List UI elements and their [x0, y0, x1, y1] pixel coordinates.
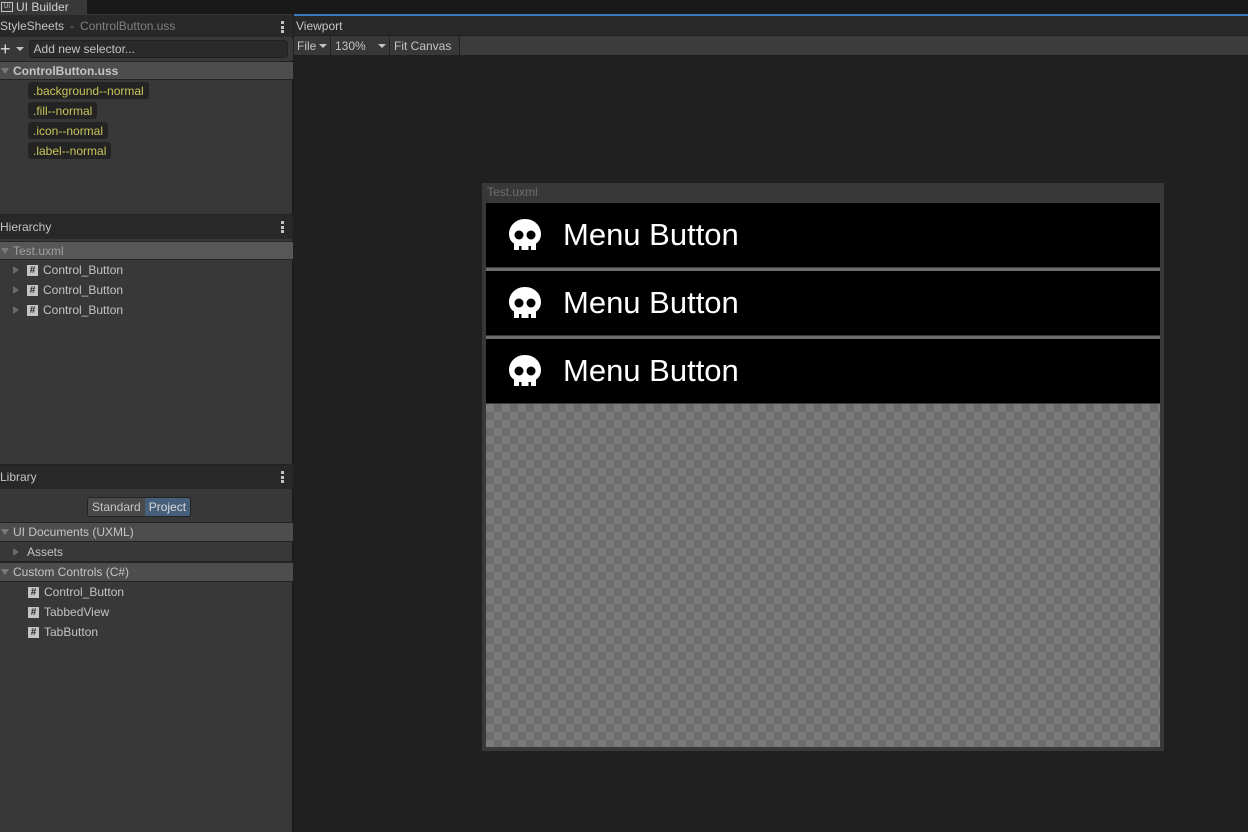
control-icon: #: [27, 264, 38, 276]
library-item-assets[interactable]: Assets: [0, 543, 293, 562]
library-item[interactable]: # TabbedView: [0, 603, 293, 621]
control-icon: #: [27, 284, 38, 296]
stylesheet-row[interactable]: ControlButton.uss: [0, 61, 293, 80]
fit-canvas-button[interactable]: Fit Canvas: [391, 36, 460, 55]
hierarchy-header: Hierarchy: [0, 215, 293, 239]
expand-icon[interactable]: [13, 306, 19, 314]
skull-icon: [509, 287, 541, 318]
tab-standard[interactable]: Standard: [88, 498, 145, 516]
selector-item[interactable]: .icon--normal: [28, 122, 109, 139]
viewport-header: Viewport: [294, 16, 1248, 35]
expand-icon[interactable]: [1, 247, 9, 254]
selector-toolbar: + Add new selector...: [0, 38, 293, 60]
selector-item[interactable]: .background--normal: [28, 82, 149, 99]
hierarchy-item[interactable]: # Control_Button: [0, 261, 293, 279]
control-icon: #: [28, 626, 39, 638]
document-title: Test.uxml: [487, 185, 538, 199]
selector-item[interactable]: .fill--normal: [28, 102, 98, 119]
library-item[interactable]: # Control_Button: [0, 583, 293, 601]
skull-icon: [509, 219, 541, 250]
library-section-uxml[interactable]: UI Documents (UXML): [0, 522, 293, 542]
hierarchy-item[interactable]: # Control_Button: [0, 301, 293, 319]
control-icon: #: [28, 606, 39, 618]
file-menu[interactable]: File: [294, 36, 331, 55]
add-dropdown-icon[interactable]: [15, 47, 24, 51]
expand-icon[interactable]: [13, 286, 19, 294]
library-header: Library: [0, 465, 293, 489]
skull-icon: [509, 355, 541, 386]
control-icon: #: [27, 304, 38, 316]
selector-input[interactable]: Add new selector...: [28, 40, 288, 58]
hierarchy-menu-icon[interactable]: [281, 221, 284, 233]
expand-icon[interactable]: [1, 569, 9, 575]
ui-icon: UI: [1, 2, 13, 12]
menu-button[interactable]: Menu Button: [486, 271, 1160, 335]
chevron-down-icon: [319, 43, 328, 48]
library-section-custom[interactable]: Custom Controls (C#): [0, 562, 293, 582]
control-icon: #: [28, 586, 39, 598]
chevron-down-icon: [378, 43, 386, 48]
tab-project[interactable]: Project: [144, 498, 191, 516]
menu-button[interactable]: Menu Button: [486, 339, 1160, 403]
library-menu-icon[interactable]: [281, 471, 284, 483]
menu-button[interactable]: Menu Button: [486, 203, 1160, 267]
stylesheets-menu-icon[interactable]: [281, 21, 284, 33]
library-tabs: Standard Project: [87, 497, 192, 517]
transparent-background: [486, 404, 1160, 747]
expand-icon[interactable]: [13, 266, 19, 274]
expand-icon[interactable]: [1, 67, 9, 74]
stylesheets-header: StyleSheets - ControlButton.uss: [0, 15, 293, 37]
expand-icon[interactable]: [1, 529, 9, 535]
hierarchy-item[interactable]: # Control_Button: [0, 281, 293, 299]
top-bar: [0, 0, 1248, 14]
add-icon[interactable]: +: [0, 40, 11, 58]
library-item[interactable]: # TabButton: [0, 623, 293, 641]
expand-icon[interactable]: [13, 548, 19, 556]
hierarchy-root[interactable]: Test.uxml: [0, 241, 293, 260]
zoom-dropdown[interactable]: 130%: [332, 36, 390, 55]
selector-item[interactable]: .label--normal: [28, 142, 112, 159]
ui-builder-tab[interactable]: UI UI Builder: [0, 0, 87, 14]
